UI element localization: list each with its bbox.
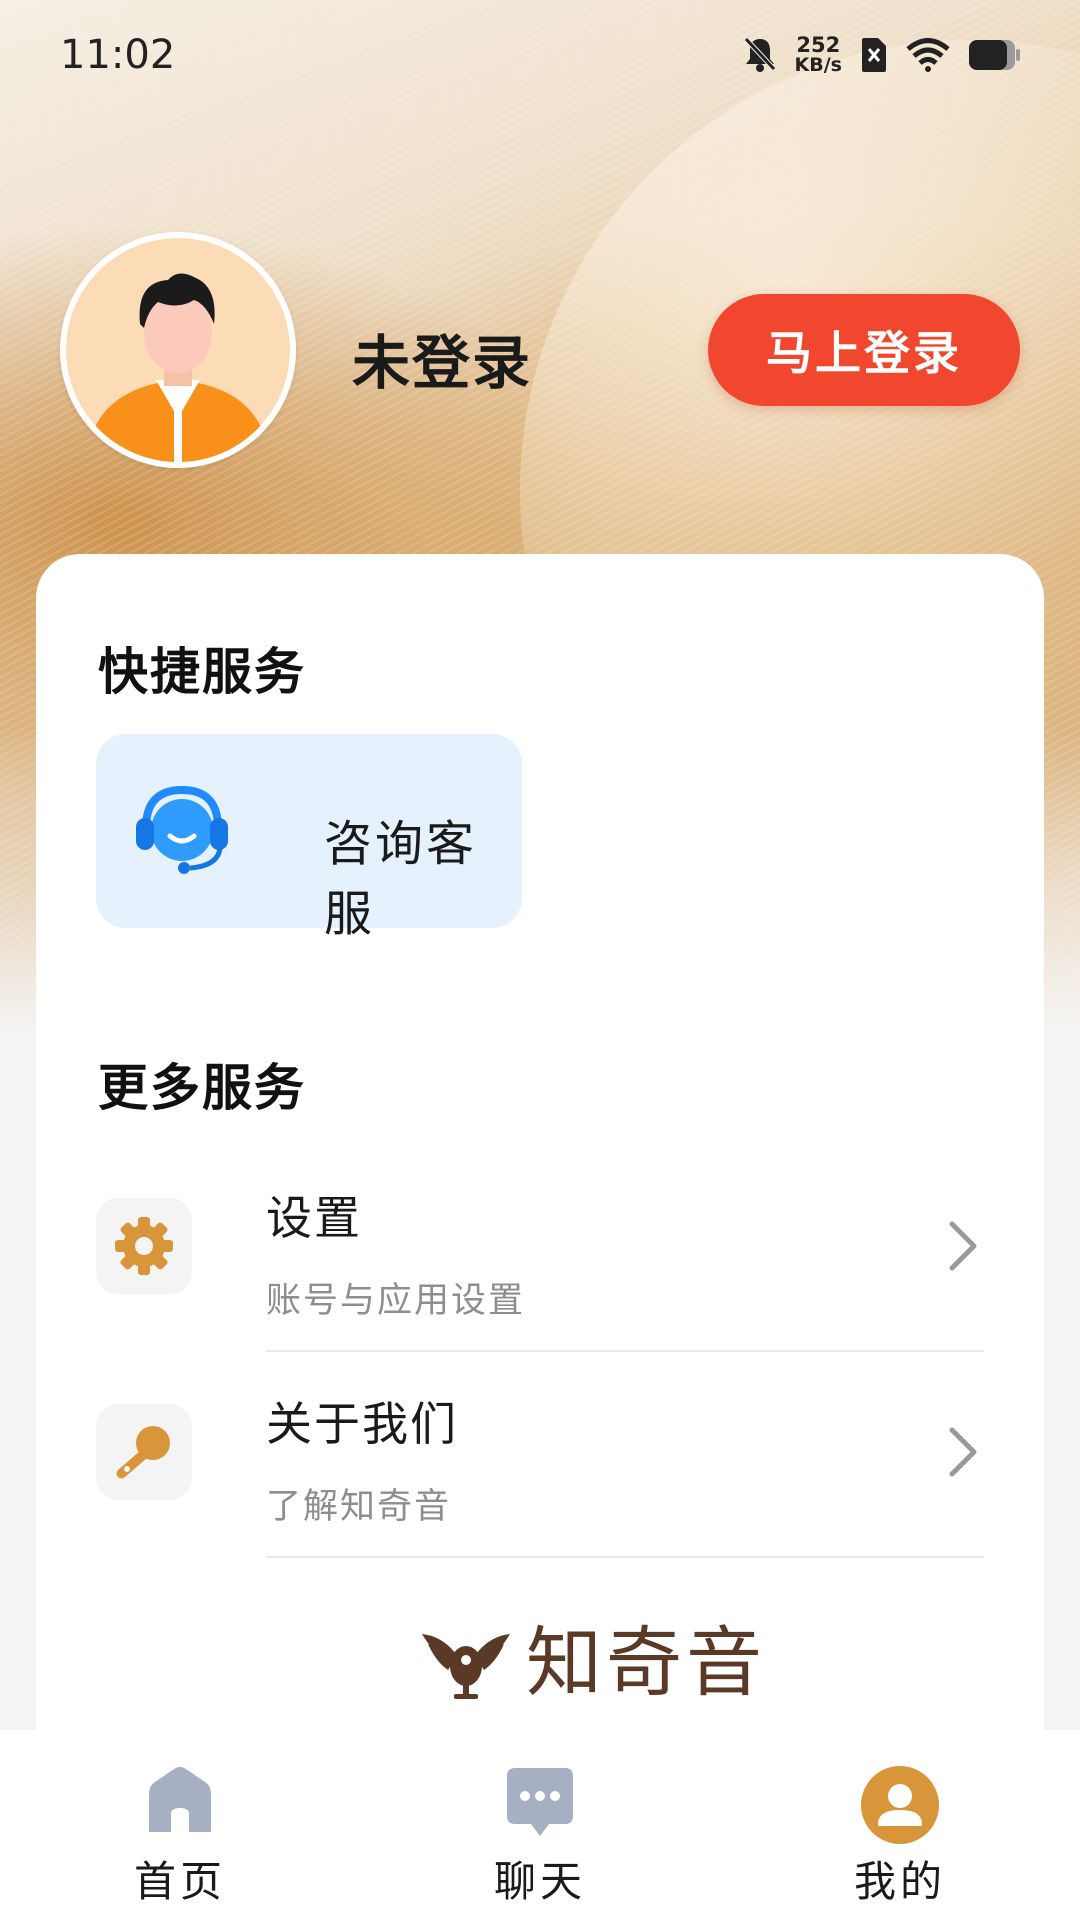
login-button[interactable]: 马上登录 — [708, 294, 1020, 406]
microphone-icon — [116, 1426, 170, 1479]
net-speed: 252 KB/s — [795, 35, 842, 75]
divider — [266, 1556, 984, 1558]
bell-off-icon — [743, 36, 777, 74]
nav-chat-label: 聊天 — [493, 1857, 586, 1906]
brand-logo: 知奇音 — [420, 1624, 766, 1702]
home-icon — [145, 1766, 215, 1840]
settings-title: 设置 — [266, 1191, 362, 1245]
settings-row[interactable]: 设置 账号与应用设置 — [96, 1146, 984, 1352]
more-services-title: 更多服务 — [98, 1059, 306, 1117]
brand-name: 知奇音 — [526, 1618, 766, 1707]
wifi-icon — [906, 38, 950, 72]
profile-icon — [861, 1766, 939, 1848]
status-bar: 11:02 252 KB/s — [0, 0, 1080, 110]
status-icons: 252 KB/s — [743, 35, 1022, 75]
about-us-row[interactable]: 关于我们 了解知奇音 — [96, 1352, 984, 1558]
sim-none-icon — [860, 36, 888, 74]
owl-logo-icon — [422, 1634, 510, 1699]
status-time: 11:02 — [60, 32, 176, 78]
nav-profile[interactable]: 我的 — [720, 1730, 1080, 1920]
chevron-right-icon — [946, 1424, 980, 1484]
avatar[interactable] — [60, 232, 296, 468]
nav-home[interactable]: 首页 — [0, 1730, 360, 1920]
bottom-nav: 首页 聊天 我的 — [0, 1730, 1080, 1920]
quick-services-title: 快捷服务 — [98, 643, 306, 701]
about-title: 关于我们 — [266, 1397, 458, 1451]
customer-service-button[interactable]: 咨询客服 — [96, 734, 522, 942]
settings-icon-box — [96, 1198, 192, 1294]
customer-service-headset-icon — [132, 784, 232, 880]
default-avatar-icon — [66, 238, 290, 462]
settings-subtitle: 账号与应用设置 — [266, 1281, 526, 1321]
gear-icon — [115, 1217, 173, 1275]
profile-name: 未登录 — [352, 329, 533, 397]
nav-chat[interactable]: 聊天 — [360, 1730, 720, 1920]
services-card: 快捷服务 咨询客服 更多服务 设置 账号与应用设置 关于我们 了解知奇音 知奇音 — [36, 554, 1044, 1854]
battery-icon — [968, 38, 1022, 72]
net-speed-unit: KB/s — [794, 54, 842, 76]
about-subtitle: 了解知奇音 — [266, 1487, 452, 1527]
net-speed-value: 252 — [796, 33, 841, 57]
chevron-right-icon — [946, 1218, 980, 1278]
nav-home-label: 首页 — [133, 1857, 226, 1906]
nav-profile-label: 我的 — [853, 1857, 946, 1906]
about-icon-box — [96, 1404, 192, 1500]
customer-service-label: 咨询客服 — [324, 816, 478, 942]
chat-bubble-icon — [505, 1766, 575, 1842]
